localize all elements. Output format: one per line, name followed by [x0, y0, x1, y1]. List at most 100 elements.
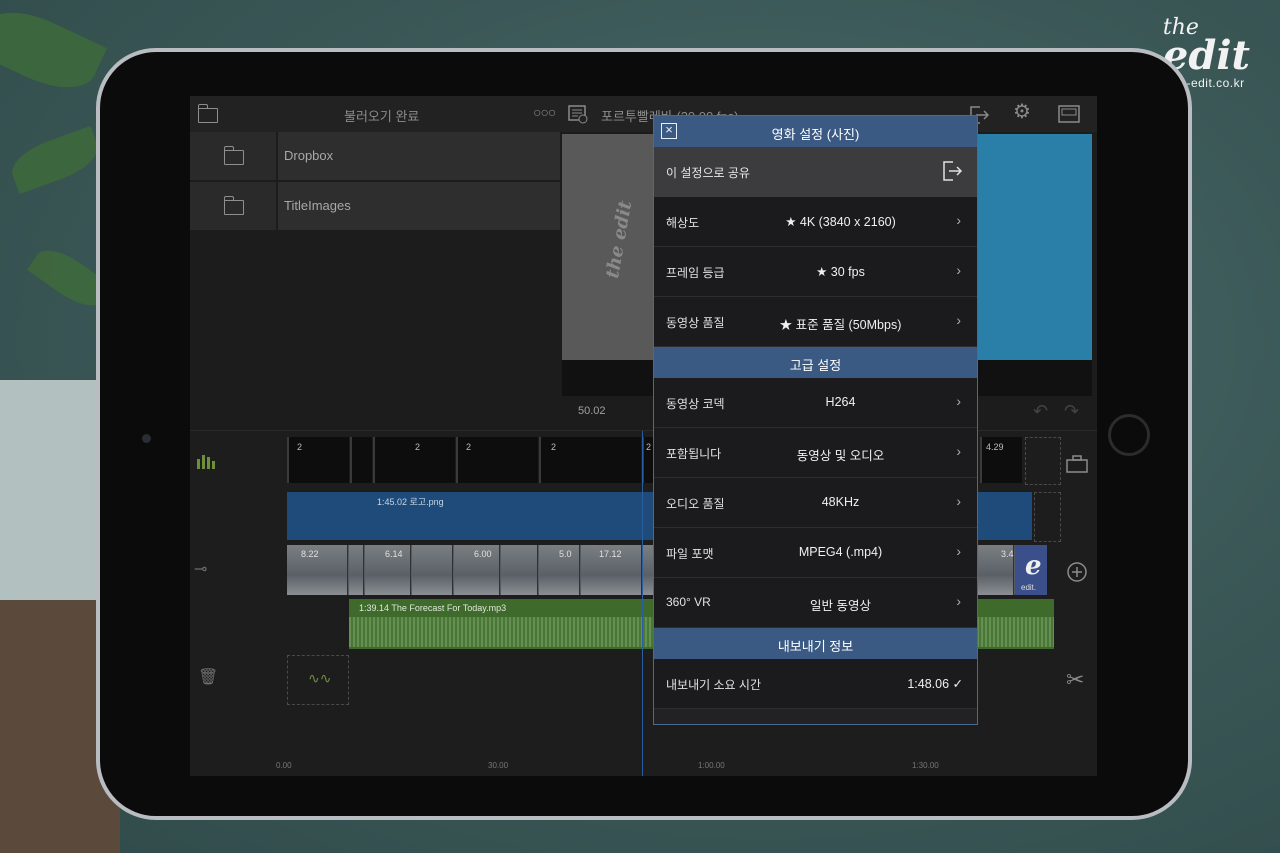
video-clip[interactable] [349, 545, 364, 595]
clip[interactable]: 2 [456, 437, 538, 483]
chevron-right-icon: › [956, 393, 961, 409]
clip-label: 2 [466, 442, 472, 452]
folder-icon [223, 196, 244, 215]
front-camera [142, 434, 151, 443]
clip[interactable]: 2 [539, 437, 641, 483]
folder-icon[interactable] [197, 104, 218, 123]
setting-label: 동영상 품질 [666, 316, 725, 330]
library-icon-cell [190, 132, 276, 180]
export-info-header: 내보내기 정보 [654, 628, 977, 659]
audio-levels-icon[interactable] [196, 451, 216, 474]
export-icon [943, 161, 963, 181]
playhead[interactable] [642, 431, 643, 776]
video-clip[interactable]: 6.14 [365, 545, 411, 595]
ruler-tick: 1:00.00 [698, 761, 725, 770]
clip-label: 2 [551, 442, 557, 452]
end-title-clip[interactable]: e edit. [1015, 545, 1047, 595]
clip-label: 4.29 [986, 442, 1004, 452]
end-clip-label: edit. [1021, 583, 1037, 592]
video-clip[interactable]: 3.4 [975, 545, 1014, 595]
clip-label: 8.22 [301, 549, 319, 559]
import-status: 불러오기 완료 [344, 109, 420, 124]
setting-value: 일반 동영상 [810, 599, 871, 613]
setting-resolution[interactable]: 해상도 ★ 4K (3840 x 2160) › [654, 197, 977, 247]
video-clip[interactable]: 6.00 [454, 545, 500, 595]
video-clip[interactable]: 17.12 [581, 545, 642, 595]
setting-360-vr[interactable]: 360° VR 일반 동영상 › [654, 578, 977, 628]
clip-label: 6.00 [474, 549, 492, 559]
gear-icon[interactable]: ⚙ [1013, 102, 1031, 122]
title-track-label: 1:45.02 로고.png [377, 497, 444, 507]
trash-icon[interactable]: 🗑 [198, 667, 218, 687]
scissors-icon[interactable]: ✂ [1066, 669, 1084, 691]
ruler-tick: 1:30.00 [912, 761, 939, 770]
library-item-dropbox[interactable]: Dropbox [190, 132, 562, 180]
setting-label: 해상도 [666, 216, 700, 230]
track-mix-icon[interactable]: ⊸ [194, 559, 207, 579]
section-title: 내보내기 정보 [777, 639, 854, 654]
setting-video-codec[interactable]: 동영상 코덱 H264 › [654, 378, 977, 428]
clip-label: 17.12 [599, 549, 622, 559]
preview-overlay-text: the edit [602, 199, 637, 280]
library-item-titleimages[interactable]: TitleImages [190, 182, 562, 230]
folder-icon [223, 146, 244, 165]
library-label-cell: TitleImages [278, 182, 560, 230]
dialog-title: 영화 설정 (사진) [771, 127, 860, 142]
movie-settings-dialog: × 영화 설정 (사진) 이 설정으로 공유 해상도 ★ 4K (3840 x … [653, 115, 978, 725]
dialog-header: × 영화 설정 (사진) [654, 116, 977, 147]
setting-audio-quality[interactable]: 오디오 품질 48KHz › [654, 478, 977, 528]
home-button[interactable] [1108, 414, 1150, 456]
setting-value: ★ 4K (3840 x 2160) [785, 215, 896, 229]
library-icon-cell [190, 182, 276, 230]
record-audio-slot[interactable]: ∿∿ [287, 655, 349, 705]
chevron-right-icon: › [956, 262, 961, 278]
clip[interactable]: 2 [287, 437, 349, 483]
setting-value: 48KHz [821, 495, 860, 509]
waveform-icon: ∿∿ [308, 670, 332, 686]
video-clip[interactable]: 8.22 [287, 545, 348, 595]
clip-label: 6.14 [385, 549, 403, 559]
setting-video-quality[interactable]: 동영상 품질 ★ 표준 품질 (50Mbps) › [654, 297, 977, 347]
clip-label: 2 [297, 442, 303, 452]
project-list-icon[interactable] [568, 104, 588, 127]
share-with-settings-button[interactable]: 이 설정으로 공유 [654, 147, 977, 197]
toolbox-icon[interactable] [1066, 455, 1088, 476]
clip-label: 2 [646, 442, 652, 452]
redo-icon[interactable]: ↷ [1064, 402, 1079, 420]
chevron-right-icon: › [956, 312, 961, 328]
setting-label: 360° VR [666, 595, 711, 609]
clip-label: 3.4 [1001, 549, 1014, 559]
share-label: 이 설정으로 공유 [666, 166, 750, 180]
add-title-slot[interactable] [1034, 492, 1061, 542]
chevron-right-icon: › [956, 543, 961, 559]
setting-value: ★ 30 fps [816, 265, 865, 279]
advanced-settings-header: 고급 설정 [654, 347, 977, 378]
setting-value: ★ 표준 품질 (50Mbps) [779, 318, 902, 332]
audio-track-label: 1:39.14 The Forecast For Today.mp3 [359, 603, 507, 613]
video-clip[interactable] [501, 545, 538, 595]
export-time-value: 1:48.06 ✓ [907, 677, 963, 691]
chevron-right-icon: › [956, 443, 961, 459]
setting-includes[interactable]: 포함됩니다 동영상 및 오디오 › [654, 428, 977, 478]
media-library: Dropbox TitleImages [190, 132, 562, 432]
setting-frame-rate[interactable]: 프레임 등급 ★ 30 fps › [654, 247, 977, 297]
undo-icon[interactable]: ↶ [1033, 402, 1048, 420]
add-icon[interactable] [1066, 561, 1088, 586]
timecode: 50.02 [578, 405, 606, 417]
library-item-label: Dropbox [284, 148, 334, 163]
ruler-tick: 30.00 [488, 761, 509, 770]
clip[interactable] [350, 437, 372, 483]
clip[interactable]: 2 [373, 437, 455, 483]
layout-icon[interactable] [1058, 105, 1080, 126]
setting-value: H264 [825, 395, 856, 409]
chevron-right-icon: › [956, 212, 961, 228]
setting-label: 동영상 코덱 [666, 397, 725, 411]
video-clip[interactable] [412, 545, 453, 595]
video-clip[interactable]: 5.0 [539, 545, 580, 595]
clip[interactable]: 4.29 [980, 437, 1022, 483]
export-time-row: 내보내기 소요 시간 1:48.06 ✓ [654, 659, 977, 709]
setting-file-format[interactable]: 파일 포맷 MPEG4 (.mp4) › [654, 528, 977, 578]
more-icon[interactable]: ○○○ [533, 103, 556, 121]
setting-value: MPEG4 (.mp4) [798, 545, 883, 559]
add-clip-slot[interactable] [1025, 437, 1061, 485]
